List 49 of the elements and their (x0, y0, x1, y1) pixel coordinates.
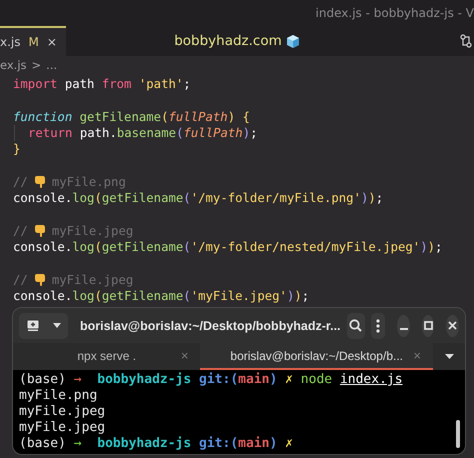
caret-icon (53, 323, 61, 328)
terminal-line: (base) → bobbyhadz-js git:(main) ✗ (19, 436, 293, 452)
tab-label: borislav@borislav:~/Desktop/b... (230, 348, 403, 363)
scrollbar-thumb[interactable] (456, 420, 460, 448)
breadcrumb-item[interactable]: ... (46, 58, 58, 72)
site-label: bobbyhadz.com (174, 33, 282, 49)
window-title: index.js - bobbyhadz-js - V (0, 0, 474, 26)
code-line: return path.basename(fullPath); (14, 124, 258, 142)
code-line: console.log(getFilename('/my-folder/nested/myFile.jpeg')); (13, 238, 442, 256)
search-button[interactable] (346, 312, 365, 339)
code-line: function getFilename(fullPath) { (13, 108, 250, 125)
maximize-button[interactable] (422, 314, 434, 337)
terminal-plus-icon (26, 320, 38, 332)
code-comment: // (13, 272, 28, 288)
cube-icon (286, 34, 300, 48)
maximize-icon (424, 321, 433, 330)
search-icon (349, 319, 362, 332)
minimize-icon (400, 328, 408, 330)
code-line: console.log(getFilename('myFile.jpeg')); (13, 288, 310, 304)
close-icon (448, 321, 458, 330)
pointing-hand-icon (34, 224, 46, 238)
code-comment: // (13, 174, 28, 190)
terminal-line: myFile.jpeg (19, 404, 106, 420)
minimize-button[interactable] (397, 314, 410, 337)
code-comment: myFile.jpeg (52, 222, 134, 239)
terminal-line: (base) → bobbyhadz-js git:(main) ✗ node index.js (19, 372, 403, 388)
tab-label: npx serve . (77, 348, 136, 363)
editor-tab[interactable]: x.js (0, 35, 21, 49)
modified-label: M (28, 35, 39, 49)
code-line: import path from 'path'; (13, 76, 191, 92)
terminal-line: myFile.jpeg (19, 420, 106, 436)
caret-icon[interactable] (444, 354, 454, 360)
pointing-hand-icon (34, 273, 46, 286)
breadcrumb-separator: > (32, 58, 42, 72)
pointing-hand-icon (34, 175, 46, 188)
terminal-title: borislav@borislav:~/Desktop/bobbyhadz-r... (79, 318, 341, 333)
code-comment: myFile.png (52, 174, 126, 190)
kebab-menu-icon (376, 318, 380, 333)
compare-icon[interactable] (460, 34, 472, 48)
terminal-line: myFile.png (19, 388, 98, 404)
code-comment: myFile.jpeg (52, 272, 134, 288)
menu-button[interactable] (370, 312, 386, 339)
code-line: console.log(getFilename('/my-folder/myFile.png')); (13, 190, 384, 206)
breadcrumb-file[interactable]: ex.js (0, 58, 27, 72)
code-line: } (13, 141, 20, 158)
code-comment: // (13, 222, 28, 239)
terminal-tab[interactable]: borislav@borislav:~/Desktop/b... × (200, 343, 433, 370)
close-button[interactable]: × (46, 35, 57, 49)
close-button[interactable] (446, 314, 459, 337)
